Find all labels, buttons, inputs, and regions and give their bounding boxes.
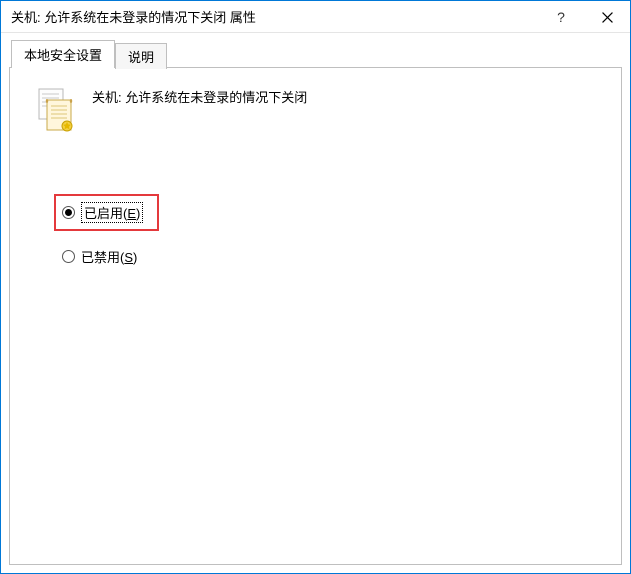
tab-explanation[interactable]: 说明 <box>115 43 167 69</box>
policy-title: 关机: 允许系统在未登录的情况下关闭 <box>92 86 307 106</box>
radio-disabled[interactable]: 已禁用(S) <box>62 247 601 266</box>
properties-dialog: 关机: 允许系统在未登录的情况下关闭 属性 ? 本地安全设置 说明 <box>0 0 631 574</box>
radio-label: 已禁用(S) <box>81 247 137 266</box>
focus-ring: 已启用(E) <box>81 202 143 223</box>
help-icon: ? <box>557 9 565 25</box>
help-button[interactable]: ? <box>538 1 584 33</box>
close-icon <box>602 12 613 23</box>
tab-strip: 本地安全设置 说明 <box>9 42 622 68</box>
radio-group: 已启用(E) 已禁用(S) <box>54 194 601 266</box>
client-area: 本地安全设置 说明 <box>1 33 630 573</box>
titlebar-buttons: ? <box>538 1 630 32</box>
tab-label: 说明 <box>128 50 154 65</box>
radio-label: 已启用(E) <box>84 206 140 221</box>
titlebar: 关机: 允许系统在未登录的情况下关闭 属性 ? <box>1 1 630 33</box>
radio-button-icon <box>62 250 75 263</box>
policy-header: 关机: 允许系统在未登录的情况下关闭 <box>30 86 601 136</box>
policy-icon <box>36 86 76 136</box>
radio-button-icon <box>62 206 75 219</box>
radio-enabled[interactable]: 已启用(E) <box>62 202 143 223</box>
close-button[interactable] <box>584 1 630 33</box>
tab-local-security-settings[interactable]: 本地安全设置 <box>11 40 115 68</box>
tab-label: 本地安全设置 <box>24 48 102 63</box>
annotation-highlight: 已启用(E) <box>54 194 159 231</box>
tab-panel: 关机: 允许系统在未登录的情况下关闭 已启用(E) 已禁用(S) <box>9 67 622 565</box>
window-title: 关机: 允许系统在未登录的情况下关闭 属性 <box>1 7 538 26</box>
